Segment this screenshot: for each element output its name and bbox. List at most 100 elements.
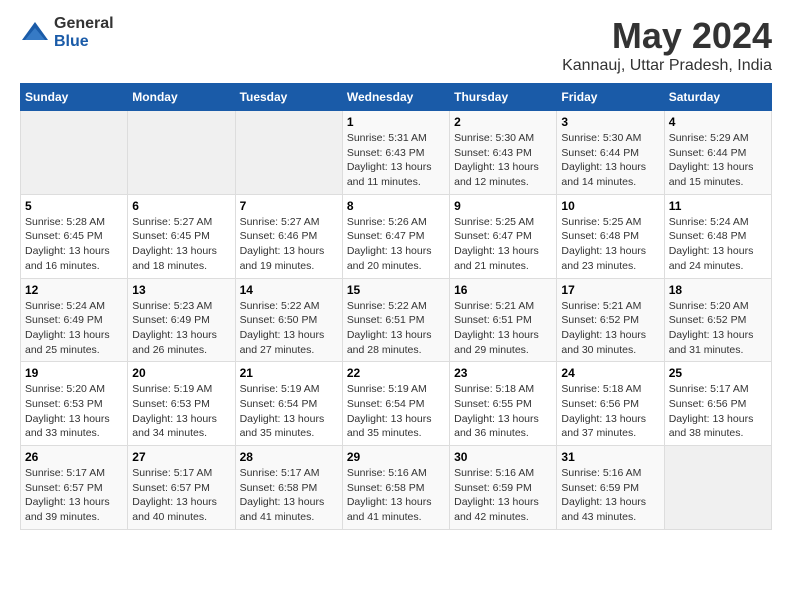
logo: General Blue: [20, 15, 114, 50]
day-info: Sunrise: 5:19 AM Sunset: 6:53 PM Dayligh…: [132, 382, 230, 441]
table-row: 27 Sunrise: 5:17 AM Sunset: 6:57 PM Dayli…: [128, 446, 235, 530]
day-info: Sunrise: 5:18 AM Sunset: 6:55 PM Dayligh…: [454, 382, 552, 441]
header-row: Sunday Monday Tuesday Wednesday Thursday…: [21, 84, 772, 111]
day-number: 17: [561, 283, 659, 297]
day-number: 2: [454, 115, 552, 129]
table-row: [21, 111, 128, 195]
day-number: 3: [561, 115, 659, 129]
day-number: 28: [240, 450, 338, 464]
day-number: 16: [454, 283, 552, 297]
day-number: 26: [25, 450, 123, 464]
table-row: 7 Sunrise: 5:27 AM Sunset: 6:46 PM Daylig…: [235, 194, 342, 278]
table-row: [664, 446, 771, 530]
day-info: Sunrise: 5:16 AM Sunset: 6:58 PM Dayligh…: [347, 466, 445, 525]
day-info: Sunrise: 5:19 AM Sunset: 6:54 PM Dayligh…: [347, 382, 445, 441]
day-info: Sunrise: 5:21 AM Sunset: 6:52 PM Dayligh…: [561, 299, 659, 358]
day-info: Sunrise: 5:24 AM Sunset: 6:48 PM Dayligh…: [669, 215, 767, 274]
day-number: 29: [347, 450, 445, 464]
day-number: 20: [132, 366, 230, 380]
day-number: 31: [561, 450, 659, 464]
table-row: 31 Sunrise: 5:16 AM Sunset: 6:59 PM Dayli…: [557, 446, 664, 530]
col-friday: Friday: [557, 84, 664, 111]
table-row: 5Sunrise: 5:28 AM Sunset: 6:45 PM Daylig…: [21, 194, 128, 278]
day-info: Sunrise: 5:27 AM Sunset: 6:46 PM Dayligh…: [240, 215, 338, 274]
col-saturday: Saturday: [664, 84, 771, 111]
table-row: 25Sunrise: 5:17 AM Sunset: 6:56 PM Dayli…: [664, 362, 771, 446]
day-info: Sunrise: 5:17 AM Sunset: 6:57 PM Dayligh…: [25, 466, 123, 525]
day-info: Sunrise: 5:30 AM Sunset: 6:44 PM Dayligh…: [561, 131, 659, 190]
table-row: 4Sunrise: 5:29 AM Sunset: 6:44 PM Daylig…: [664, 111, 771, 195]
day-number: 10: [561, 199, 659, 213]
day-info: Sunrise: 5:25 AM Sunset: 6:47 PM Dayligh…: [454, 215, 552, 274]
table-row: 11 Sunrise: 5:24 AM Sunset: 6:48 PM Dayli…: [664, 194, 771, 278]
day-info: Sunrise: 5:30 AM Sunset: 6:43 PM Dayligh…: [454, 131, 552, 190]
table-row: [235, 111, 342, 195]
header: General Blue May 2024 Kannauj, Uttar Pra…: [20, 15, 772, 75]
day-number: 15: [347, 283, 445, 297]
day-info: Sunrise: 5:18 AM Sunset: 6:56 PM Dayligh…: [561, 382, 659, 441]
day-info: Sunrise: 5:20 AM Sunset: 6:53 PM Dayligh…: [25, 382, 123, 441]
day-number: 24: [561, 366, 659, 380]
table-row: 13 Sunrise: 5:23 AM Sunset: 6:49 PM Dayli…: [128, 278, 235, 362]
day-number: 13: [132, 283, 230, 297]
day-number: 8: [347, 199, 445, 213]
day-number: 14: [240, 283, 338, 297]
day-info: Sunrise: 5:22 AM Sunset: 6:50 PM Dayligh…: [240, 299, 338, 358]
table-row: 21 Sunrise: 5:19 AM Sunset: 6:54 PM Dayli…: [235, 362, 342, 446]
day-number: 27: [132, 450, 230, 464]
day-info: Sunrise: 5:16 AM Sunset: 6:59 PM Dayligh…: [561, 466, 659, 525]
col-sunday: Sunday: [21, 84, 128, 111]
calendar-table: Sunday Monday Tuesday Wednesday Thursday…: [20, 83, 772, 530]
day-number: 21: [240, 366, 338, 380]
day-number: 6: [132, 199, 230, 213]
table-row: 2 Sunrise: 5:30 AM Sunset: 6:43 PM Daylig…: [450, 111, 557, 195]
table-row: 20 Sunrise: 5:19 AM Sunset: 6:53 PM Dayli…: [128, 362, 235, 446]
col-wednesday: Wednesday: [342, 84, 449, 111]
day-info: Sunrise: 5:31 AM Sunset: 6:43 PM Dayligh…: [347, 131, 445, 190]
table-row: 17 Sunrise: 5:21 AM Sunset: 6:52 PM Dayli…: [557, 278, 664, 362]
table-row: 12Sunrise: 5:24 AM Sunset: 6:49 PM Dayli…: [21, 278, 128, 362]
table-row: 18 Sunrise: 5:20 AM Sunset: 6:52 PM Dayli…: [664, 278, 771, 362]
day-number: 19: [25, 366, 123, 380]
table-row: [128, 111, 235, 195]
table-row: 29 Sunrise: 5:16 AM Sunset: 6:58 PM Dayli…: [342, 446, 449, 530]
day-number: 11: [669, 199, 767, 213]
day-info: Sunrise: 5:29 AM Sunset: 6:44 PM Dayligh…: [669, 131, 767, 190]
table-row: 22 Sunrise: 5:19 AM Sunset: 6:54 PM Dayli…: [342, 362, 449, 446]
table-row: 3 Sunrise: 5:30 AM Sunset: 6:44 PM Daylig…: [557, 111, 664, 195]
logo-icon: [20, 20, 50, 45]
day-info: Sunrise: 5:26 AM Sunset: 6:47 PM Dayligh…: [347, 215, 445, 274]
day-info: Sunrise: 5:24 AM Sunset: 6:49 PM Dayligh…: [25, 299, 123, 358]
subtitle: Kannauj, Uttar Pradesh, India: [562, 57, 772, 75]
table-row: 10Sunrise: 5:25 AM Sunset: 6:48 PM Dayli…: [557, 194, 664, 278]
logo-general: General: [54, 15, 114, 33]
day-number: 1: [347, 115, 445, 129]
table-row: 6 Sunrise: 5:27 AM Sunset: 6:45 PM Daylig…: [128, 194, 235, 278]
day-number: 22: [347, 366, 445, 380]
col-monday: Monday: [128, 84, 235, 111]
page-container: General Blue May 2024 Kannauj, Uttar Pra…: [0, 0, 792, 540]
title-section: May 2024 Kannauj, Uttar Pradesh, India: [562, 15, 772, 75]
day-info: Sunrise: 5:16 AM Sunset: 6:59 PM Dayligh…: [454, 466, 552, 525]
day-info: Sunrise: 5:19 AM Sunset: 6:54 PM Dayligh…: [240, 382, 338, 441]
table-row: 24 Sunrise: 5:18 AM Sunset: 6:56 PM Dayli…: [557, 362, 664, 446]
table-row: 8 Sunrise: 5:26 AM Sunset: 6:47 PM Daylig…: [342, 194, 449, 278]
table-row: 1 Sunrise: 5:31 AM Sunset: 6:43 PM Daylig…: [342, 111, 449, 195]
day-info: Sunrise: 5:17 AM Sunset: 6:57 PM Dayligh…: [132, 466, 230, 525]
day-number: 7: [240, 199, 338, 213]
table-row: 26 Sunrise: 5:17 AM Sunset: 6:57 PM Dayli…: [21, 446, 128, 530]
day-info: Sunrise: 5:23 AM Sunset: 6:49 PM Dayligh…: [132, 299, 230, 358]
day-info: Sunrise: 5:28 AM Sunset: 6:45 PM Dayligh…: [25, 215, 123, 274]
day-info: Sunrise: 5:22 AM Sunset: 6:51 PM Dayligh…: [347, 299, 445, 358]
table-row: 30Sunrise: 5:16 AM Sunset: 6:59 PM Dayli…: [450, 446, 557, 530]
day-number: 18: [669, 283, 767, 297]
day-info: Sunrise: 5:27 AM Sunset: 6:45 PM Dayligh…: [132, 215, 230, 274]
table-row: 9Sunrise: 5:25 AM Sunset: 6:47 PM Daylig…: [450, 194, 557, 278]
table-row: 28Sunrise: 5:17 AM Sunset: 6:58 PM Dayli…: [235, 446, 342, 530]
day-info: Sunrise: 5:21 AM Sunset: 6:51 PM Dayligh…: [454, 299, 552, 358]
logo-blue: Blue: [54, 33, 114, 51]
day-info: Sunrise: 5:20 AM Sunset: 6:52 PM Dayligh…: [669, 299, 767, 358]
table-row: 16 Sunrise: 5:21 AM Sunset: 6:51 PM Dayli…: [450, 278, 557, 362]
table-row: 15 Sunrise: 5:22 AM Sunset: 6:51 PM Dayli…: [342, 278, 449, 362]
logo-text: General Blue: [54, 15, 114, 50]
